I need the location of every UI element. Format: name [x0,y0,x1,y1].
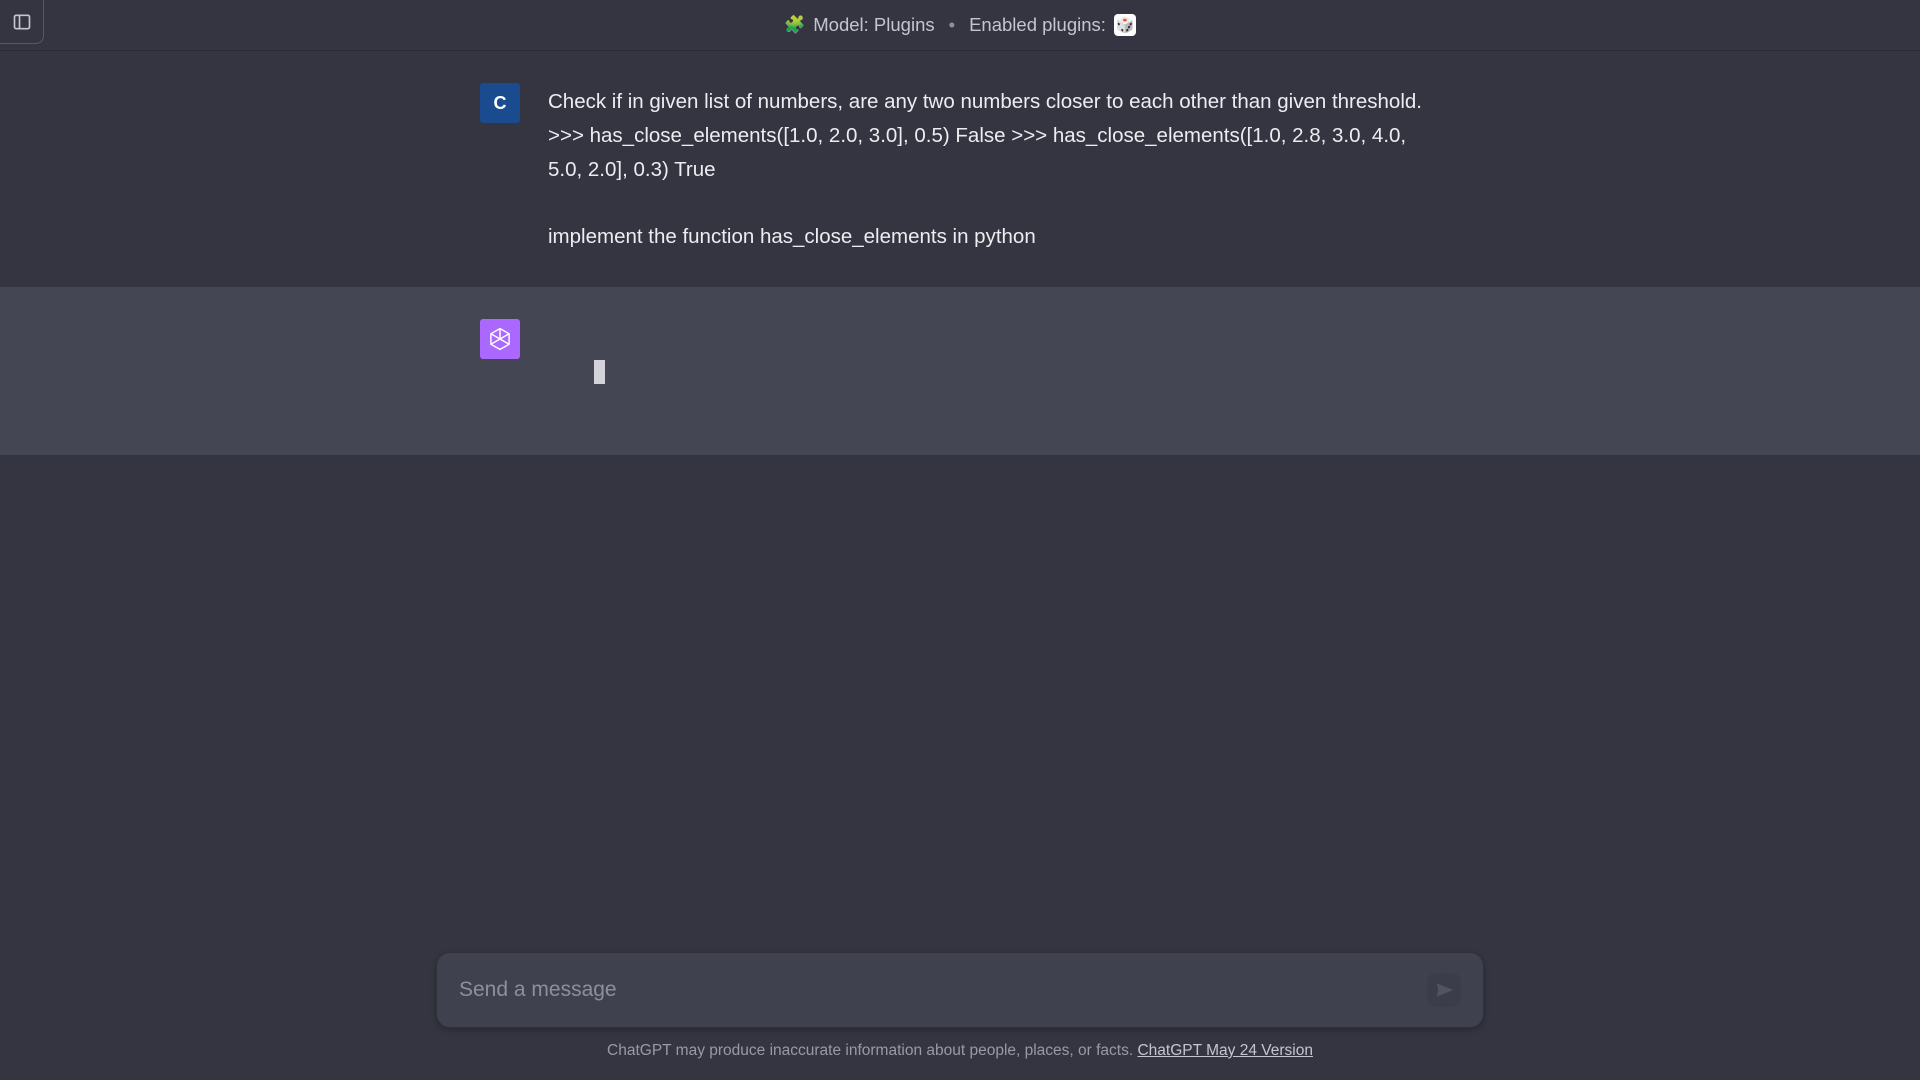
puzzle-icon: 🧩 [784,15,805,35]
user-message-text: Check if in given list of numbers, are a… [548,83,1440,254]
assistant-message-text [548,319,1440,422]
message-input[interactable] [459,978,1427,1002]
send-button[interactable] [1427,973,1461,1007]
footer-disclaimer: ChatGPT may produce inaccurate informati… [607,1042,1313,1060]
panel-icon [12,12,32,32]
separator: • [949,14,955,36]
assistant-message-row [0,286,1920,455]
typing-cursor [594,360,605,384]
send-icon [1435,981,1453,999]
enabled-plugin-badge[interactable]: 🎲 [1114,14,1136,36]
chat-thread: C Check if in given list of numbers, are… [0,51,1920,456]
assistant-avatar [480,319,520,359]
compose-box[interactable] [436,952,1484,1028]
version-link[interactable]: ChatGPT May 24 Version [1137,1042,1312,1059]
model-header: 🧩 Model: Plugins • Enabled plugins: 🎲 [0,0,1920,51]
user-message-row: C Check if in given list of numbers, are… [0,51,1920,286]
model-label: Model: Plugins [813,14,934,36]
sidebar-toggle-button[interactable] [0,0,44,44]
assistant-logo-icon [487,326,513,352]
user-avatar: C [480,83,520,123]
compose-area: ChatGPT may produce inaccurate informati… [0,952,1920,1080]
enabled-plugins-label: Enabled plugins: [969,14,1106,36]
